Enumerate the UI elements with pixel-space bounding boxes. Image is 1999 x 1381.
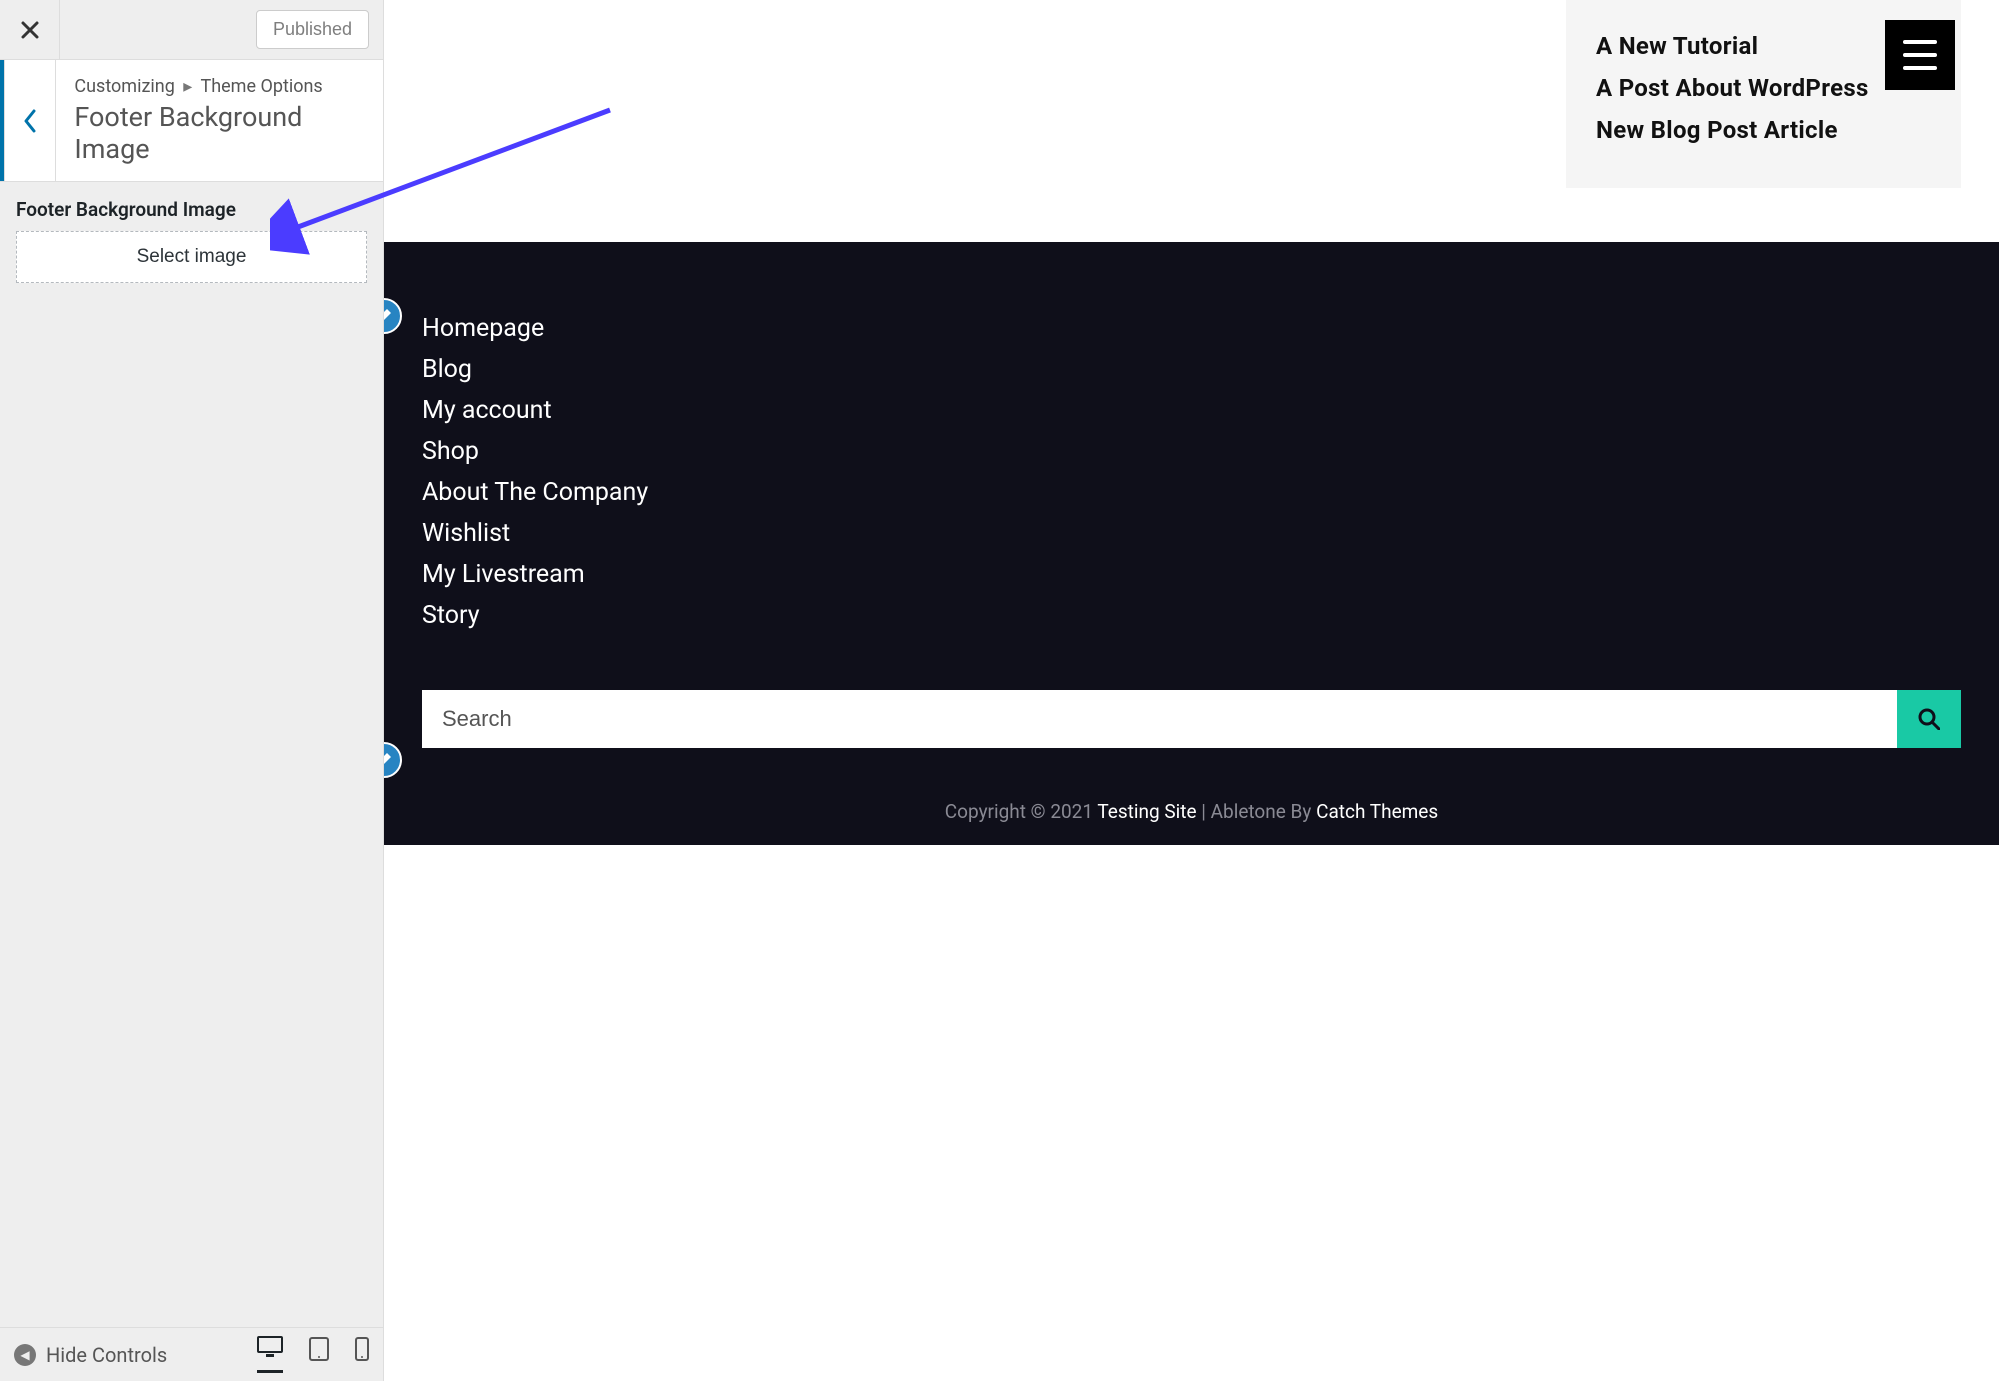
hide-controls-label: Hide Controls [46,1343,167,1367]
menu-toggle-button[interactable] [1885,20,1955,90]
section-head-text: Customizing ▸ Theme Options Footer Backg… [56,60,383,181]
search-icon [1918,708,1940,730]
chevron-left-icon [23,109,37,133]
publish-status-button[interactable]: Published [256,10,369,49]
section-header: Customizing ▸ Theme Options Footer Backg… [0,60,383,182]
breadcrumb-separator: ▸ [183,76,192,97]
hamburger-bar [1903,53,1937,57]
panel-body: Footer Background Image Select image [0,182,383,1327]
footer-copyright: Copyright © 2021 Testing Site | Abletone… [422,800,1961,823]
footer-nav-item[interactable]: Wishlist [422,519,1961,548]
search-submit-button[interactable] [1897,690,1961,748]
search-input[interactable] [422,690,1897,748]
device-tablet-button[interactable] [309,1337,329,1373]
sidebar-bottom-bar: ◀ Hide Controls [0,1327,383,1381]
publish-wrap: Published [60,10,383,49]
breadcrumb-root: Customizing [74,76,174,97]
preview-pane: A New Tutorial A Post About WordPress Ne… [384,0,1999,1381]
footer-nav-item[interactable]: Homepage [422,314,1961,343]
upper-content: A New Tutorial A Post About WordPress Ne… [384,0,1999,242]
copyright-theme-link[interactable]: Catch Themes [1316,800,1438,823]
recent-post-link[interactable]: A New Tutorial [1596,32,1931,60]
select-image-button[interactable]: Select image [16,231,367,283]
close-customizer-button[interactable] [0,0,60,60]
device-desktop-button[interactable] [257,1336,283,1373]
pencil-icon [384,752,392,768]
edit-shortcut-search[interactable] [384,742,402,778]
mobile-icon [355,1337,369,1361]
footer-nav-item[interactable]: About The Company [422,478,1961,507]
recent-post-link[interactable]: A Post About WordPress [1596,74,1931,102]
back-button[interactable] [4,60,57,181]
panel-title: Footer Background Image [74,101,365,165]
breadcrumb: Customizing ▸ Theme Options [74,76,365,97]
hamburger-bar [1903,66,1937,70]
recent-post-link[interactable]: New Blog Post Article [1596,116,1931,144]
hide-controls-button[interactable]: ◀ Hide Controls [14,1343,167,1367]
desktop-icon [257,1336,283,1358]
control-label: Footer Background Image [16,198,367,221]
customizer-sidebar: Published Customizing ▸ Theme Options Fo… [0,0,384,1381]
site-footer: Homepage Blog My account Shop About The … [384,242,1999,845]
hamburger-bar [1903,40,1937,44]
breadcrumb-leaf: Theme Options [200,76,322,97]
footer-nav-item[interactable]: My Livestream [422,560,1961,589]
footer-nav-item[interactable]: My account [422,396,1961,425]
footer-nav: Homepage Blog My account Shop About The … [422,314,1961,630]
footer-nav-item[interactable]: Story [422,601,1961,630]
close-icon [20,20,40,40]
hide-controls-icon: ◀ [14,1344,36,1366]
edit-shortcut-nav[interactable] [384,298,402,334]
device-mobile-button[interactable] [355,1337,369,1373]
pencil-icon [384,308,392,324]
device-switcher [257,1336,369,1373]
footer-nav-item[interactable]: Shop [422,437,1961,466]
sidebar-top-bar: Published [0,0,383,60]
footer-search [422,690,1961,748]
copyright-prefix: Copyright © 2021 [945,800,1098,823]
footer-nav-item[interactable]: Blog [422,355,1961,384]
tablet-icon [309,1337,329,1361]
copyright-mid: | Abletone By [1197,800,1317,823]
copyright-site-link[interactable]: Testing Site [1097,800,1196,823]
